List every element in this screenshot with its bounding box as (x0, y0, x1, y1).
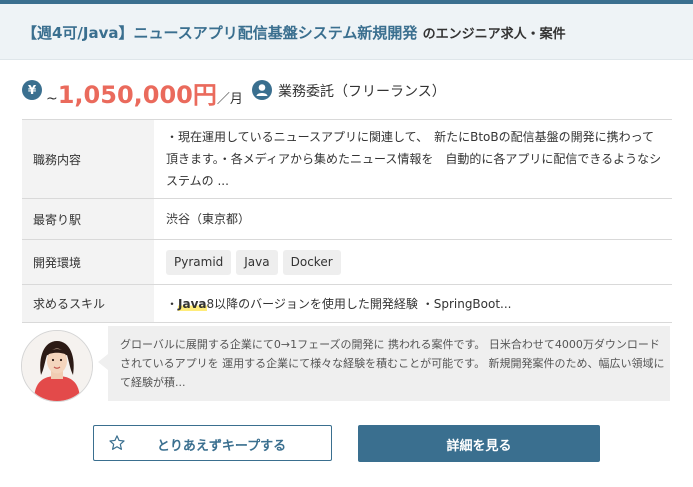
job-title-text[interactable]: 【週4可/Java】ニュースアプリ配信基盤システム新規開発 (22, 24, 417, 42)
job-header: 【週4可/Java】ニュースアプリ配信基盤システム新規開発 のエンジニア求人・案… (0, 4, 693, 60)
nearest-station-value: 渋谷（東京都） (154, 198, 672, 240)
coordinator-avatar (21, 330, 93, 402)
required-skills-value: ・Java8以降のバージョンを使用した開発経験 ・SpringBoot... (154, 284, 672, 323)
job-description-value: ・現在運用しているニュースアプリに関連して、 新たにBtoBの配信基盤の開発に携… (154, 119, 672, 199)
required-skills-label: 求めるスキル (22, 284, 154, 323)
comment-text: グローバルに展開する企業にて0→1フェーズの開発に 携われる案件です。 日米合わ… (120, 338, 665, 389)
person-icon (252, 80, 272, 100)
dev-environment-tags: Pyramid Java Docker (154, 239, 672, 285)
table-row: 求めるスキル ・Java8以降のバージョンを使用した開発経験 ・SpringBo… (22, 284, 672, 323)
coordinator-comment: グローバルに展開する企業にて0→1フェーズの開発に 携われる案件です。 日米合わ… (98, 326, 670, 401)
job-description-label: 職務内容 (22, 119, 154, 199)
keep-button-label: とりあえずキープする (156, 439, 287, 454)
env-tag: Java (236, 249, 278, 275)
keep-button[interactable]: とりあえずキープする (93, 425, 332, 461)
table-row: 職務内容 ・現在運用しているニュースアプリに関連して、 新たにBtoBの配信基盤… (22, 119, 672, 199)
skill-bullet: ・ (166, 296, 179, 311)
salary-amount: 1,050,000円 (57, 81, 217, 109)
env-tag: Docker (282, 249, 341, 275)
job-title-suffix: のエンジニア求人・案件 (422, 27, 566, 42)
details-button-label: 詳細を見る (446, 439, 512, 454)
table-row: 開発環境 Pyramid Java Docker (22, 239, 672, 285)
job-details-table: 職務内容 ・現在運用しているニュースアプリに関連して、 新たにBtoBの配信基盤… (22, 119, 672, 323)
table-row: 最寄り駅 渋谷（東京都） (22, 198, 672, 240)
details-button[interactable]: 詳細を見る (358, 425, 600, 462)
nearest-station-label: 最寄り駅 (22, 198, 154, 240)
salary: ~1,050,000円／月 (46, 75, 243, 110)
salary-period: ／月 (216, 92, 243, 107)
skill-rest: 8以降のバージョンを使用した開発経験 ・SpringBoot... (206, 296, 512, 311)
salary-prefix: ~ (46, 91, 58, 107)
dev-environment-label: 開発環境 (22, 239, 154, 285)
yen-icon: ¥ (22, 80, 42, 100)
contract-type: 業務委託（フリーランス） (278, 84, 446, 100)
skill-highlight: Java (178, 296, 207, 311)
salary-row: ¥ ~1,050,000円／月 業務委託（フリーランス） (22, 75, 682, 110)
env-tag: Pyramid (166, 249, 232, 275)
job-title[interactable]: 【週4可/Java】ニュースアプリ配信基盤システム新規開発 のエンジニア求人・案… (22, 22, 566, 43)
